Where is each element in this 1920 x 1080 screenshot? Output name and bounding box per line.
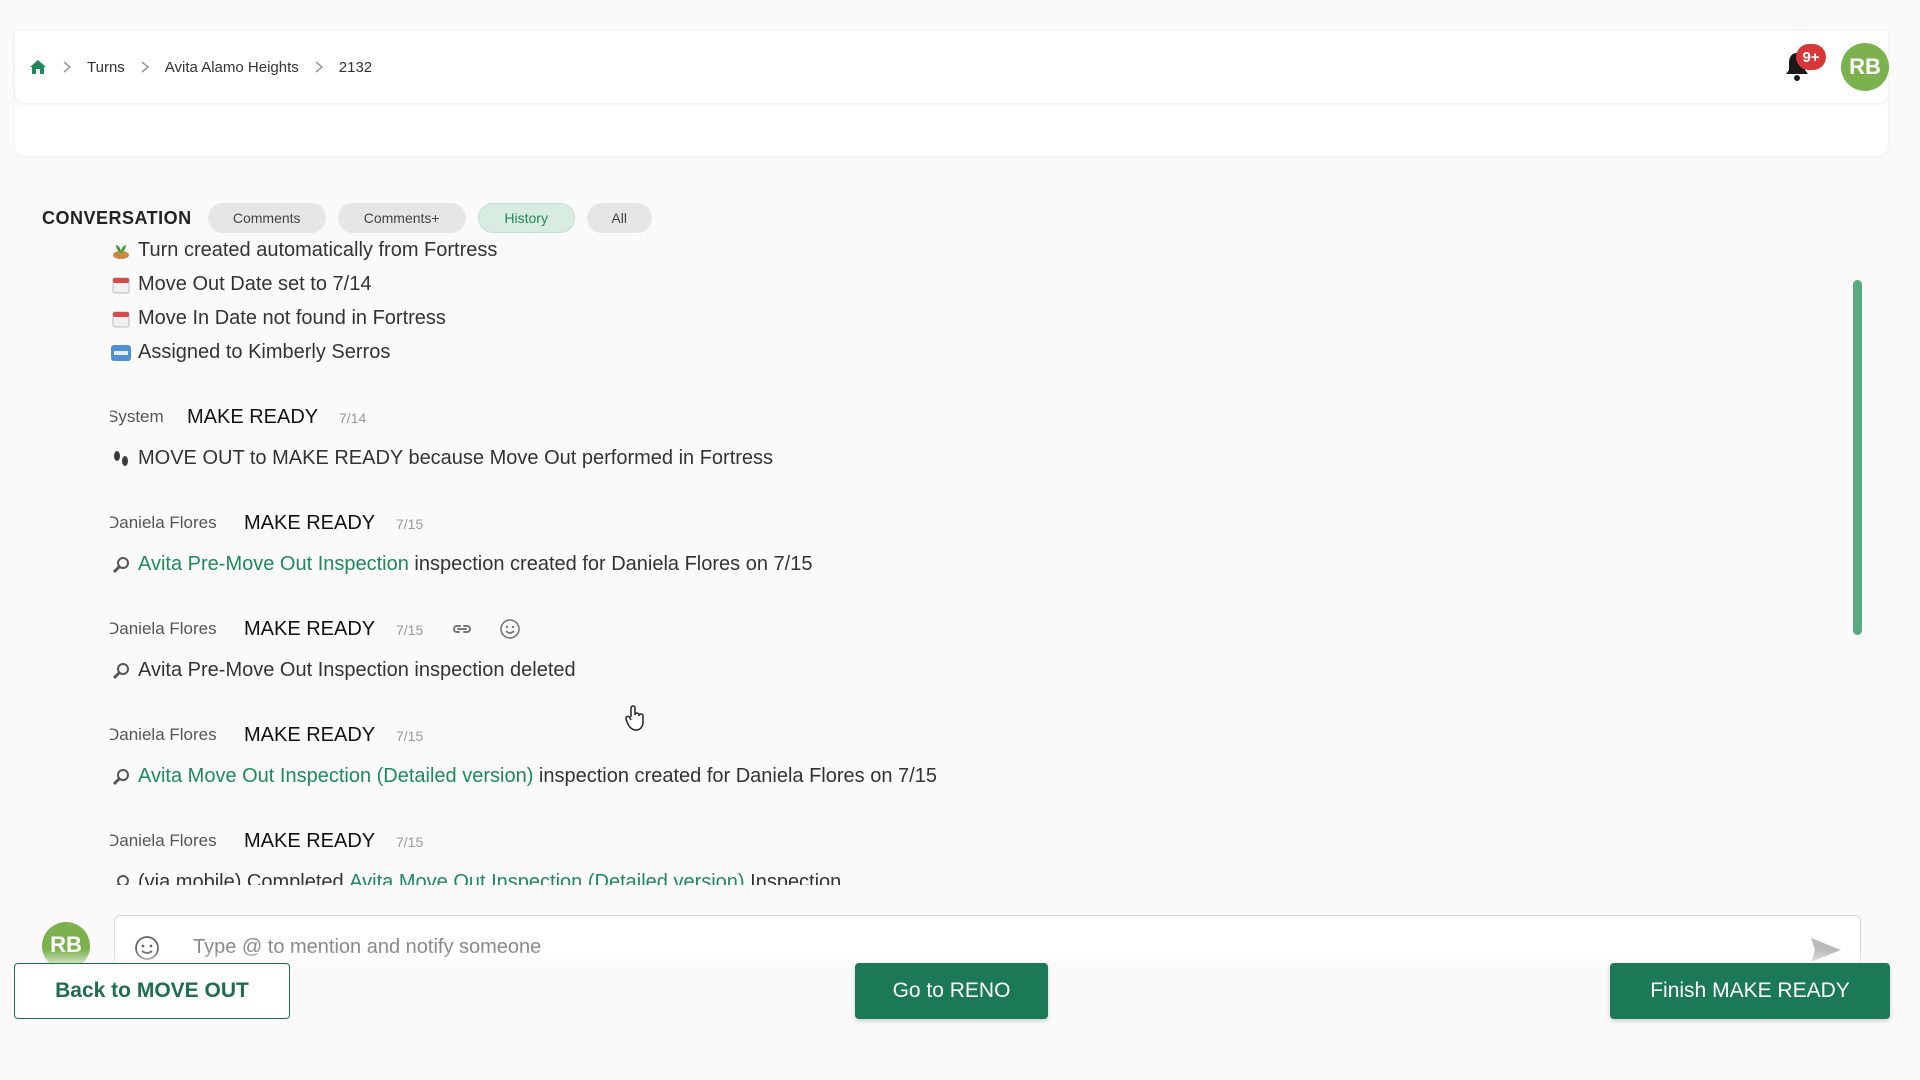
history-line-text: Assigned to Kimberly Serros — [138, 341, 391, 363]
entry-date: 7/15 — [396, 622, 424, 638]
history-line: Assigned to Kimberly Serros — [110, 341, 390, 364]
hand-cursor-icon — [624, 705, 646, 736]
calendar-icon — [110, 274, 132, 296]
entry-message: Avita Pre-Move Out Inspection inspection… — [110, 659, 576, 682]
inspection-link[interactable]: Avita Move Out Inspection (Detailed vers… — [138, 765, 533, 788]
entry-text-pre: (via mobile) Completed — [138, 871, 350, 885]
entry-author: Daniela Flores — [110, 831, 217, 850]
entry-message: Avita Move Out Inspection (Detailed vers… — [110, 765, 937, 788]
entry-date: 7/15 — [396, 834, 424, 850]
notification-badge: 9+ — [1796, 44, 1826, 70]
history-line: Move In Date not found in Fortress — [110, 307, 446, 330]
magnifier-icon — [110, 660, 132, 682]
calendar-icon — [110, 308, 132, 330]
entry-text: Inspection — [744, 871, 842, 885]
entry-stage: MAKE READY — [244, 512, 376, 534]
entry-stage: MAKE READY — [187, 406, 319, 428]
footprints-icon — [110, 448, 132, 470]
seedling-icon — [110, 240, 132, 262]
section-card — [15, 100, 1888, 156]
chevron-right-icon — [63, 61, 71, 73]
history-line: Turn created automatically from Fortress — [110, 239, 497, 262]
chevron-right-icon — [141, 61, 149, 73]
conversation-header: CONVERSATION Comments Comments+ History … — [42, 203, 664, 233]
magnifier-icon — [110, 872, 132, 885]
breadcrumb-turns[interactable]: Turns — [87, 59, 125, 76]
back-to-move-out-button[interactable]: Back to MOVE OUT — [14, 963, 290, 1019]
entry-author: Daniela Flores — [110, 619, 217, 638]
breadcrumb-unit: 2132 — [338, 58, 373, 76]
history-line: Move Out Date set to 7/14 — [110, 273, 371, 296]
entry-stage: MAKE READY — [244, 618, 376, 640]
inspection-link[interactable]: Avita Move Out Inspection (Detailed vers… — [349, 871, 744, 885]
magnifier-icon — [110, 766, 132, 788]
entry-message: (via mobile) Completed Avita Move Out In… — [110, 871, 841, 885]
tab-comments[interactable]: Comments — [207, 203, 326, 233]
top-bar: Turns Avita Alamo Heights 2132 9+ RB — [15, 31, 1889, 103]
go-to-reno-button[interactable]: Go to RENO — [855, 963, 1048, 1019]
emoji-reaction-icon[interactable] — [498, 617, 522, 646]
entry-author: Daniela Flores — [110, 725, 217, 744]
scrollbar[interactable] — [1853, 280, 1862, 635]
new-badge-icon — [110, 342, 132, 364]
conversation-title: CONVERSATION — [42, 207, 192, 228]
tab-all[interactable]: All — [586, 203, 652, 233]
entry-author: System — [110, 407, 164, 426]
inspection-link[interactable]: Avita Pre-Move Out Inspection — [138, 553, 409, 576]
entry-text: inspection created for Daniela Flores on… — [408, 553, 813, 575]
entry-date: 7/14 — [339, 410, 367, 426]
history-line-text: Move Out Date set to 7/14 — [138, 273, 372, 295]
breadcrumb-property[interactable]: Avita Alamo Heights — [165, 59, 299, 76]
entry-author: Daniela Flores — [110, 513, 217, 532]
history-feed: Turn created automatically from Fortress… — [110, 235, 1810, 885]
entry-text: MOVE OUT to MAKE READY because Move Out … — [138, 447, 774, 469]
history-line-text: Turn created automatically from Fortress — [138, 239, 498, 261]
home-icon[interactable] — [29, 59, 47, 75]
entry-date: 7/15 — [396, 516, 424, 532]
tab-history[interactable]: History — [477, 203, 575, 233]
entry-stage: MAKE READY — [244, 724, 376, 746]
entry-text: Avita Pre-Move Out Inspection inspection… — [138, 659, 576, 681]
entry-message: MOVE OUT to MAKE READY because Move Out … — [110, 447, 773, 470]
tab-comments-plus[interactable]: Comments+ — [337, 203, 466, 233]
chevron-right-icon — [315, 61, 323, 73]
entry-message: Avita Pre-Move Out Inspection inspection… — [110, 553, 812, 576]
entry-text: inspection created for Daniela Flores on… — [533, 765, 937, 787]
entry-stage: MAKE READY — [244, 830, 376, 852]
link-icon[interactable] — [450, 617, 474, 646]
user-avatar[interactable]: RB — [1841, 43, 1889, 91]
finish-make-ready-button[interactable]: Finish MAKE READY — [1610, 963, 1890, 1019]
history-line-text: Move In Date not found in Fortress — [138, 307, 446, 329]
entry-date: 7/15 — [396, 728, 424, 744]
magnifier-icon — [110, 554, 132, 576]
